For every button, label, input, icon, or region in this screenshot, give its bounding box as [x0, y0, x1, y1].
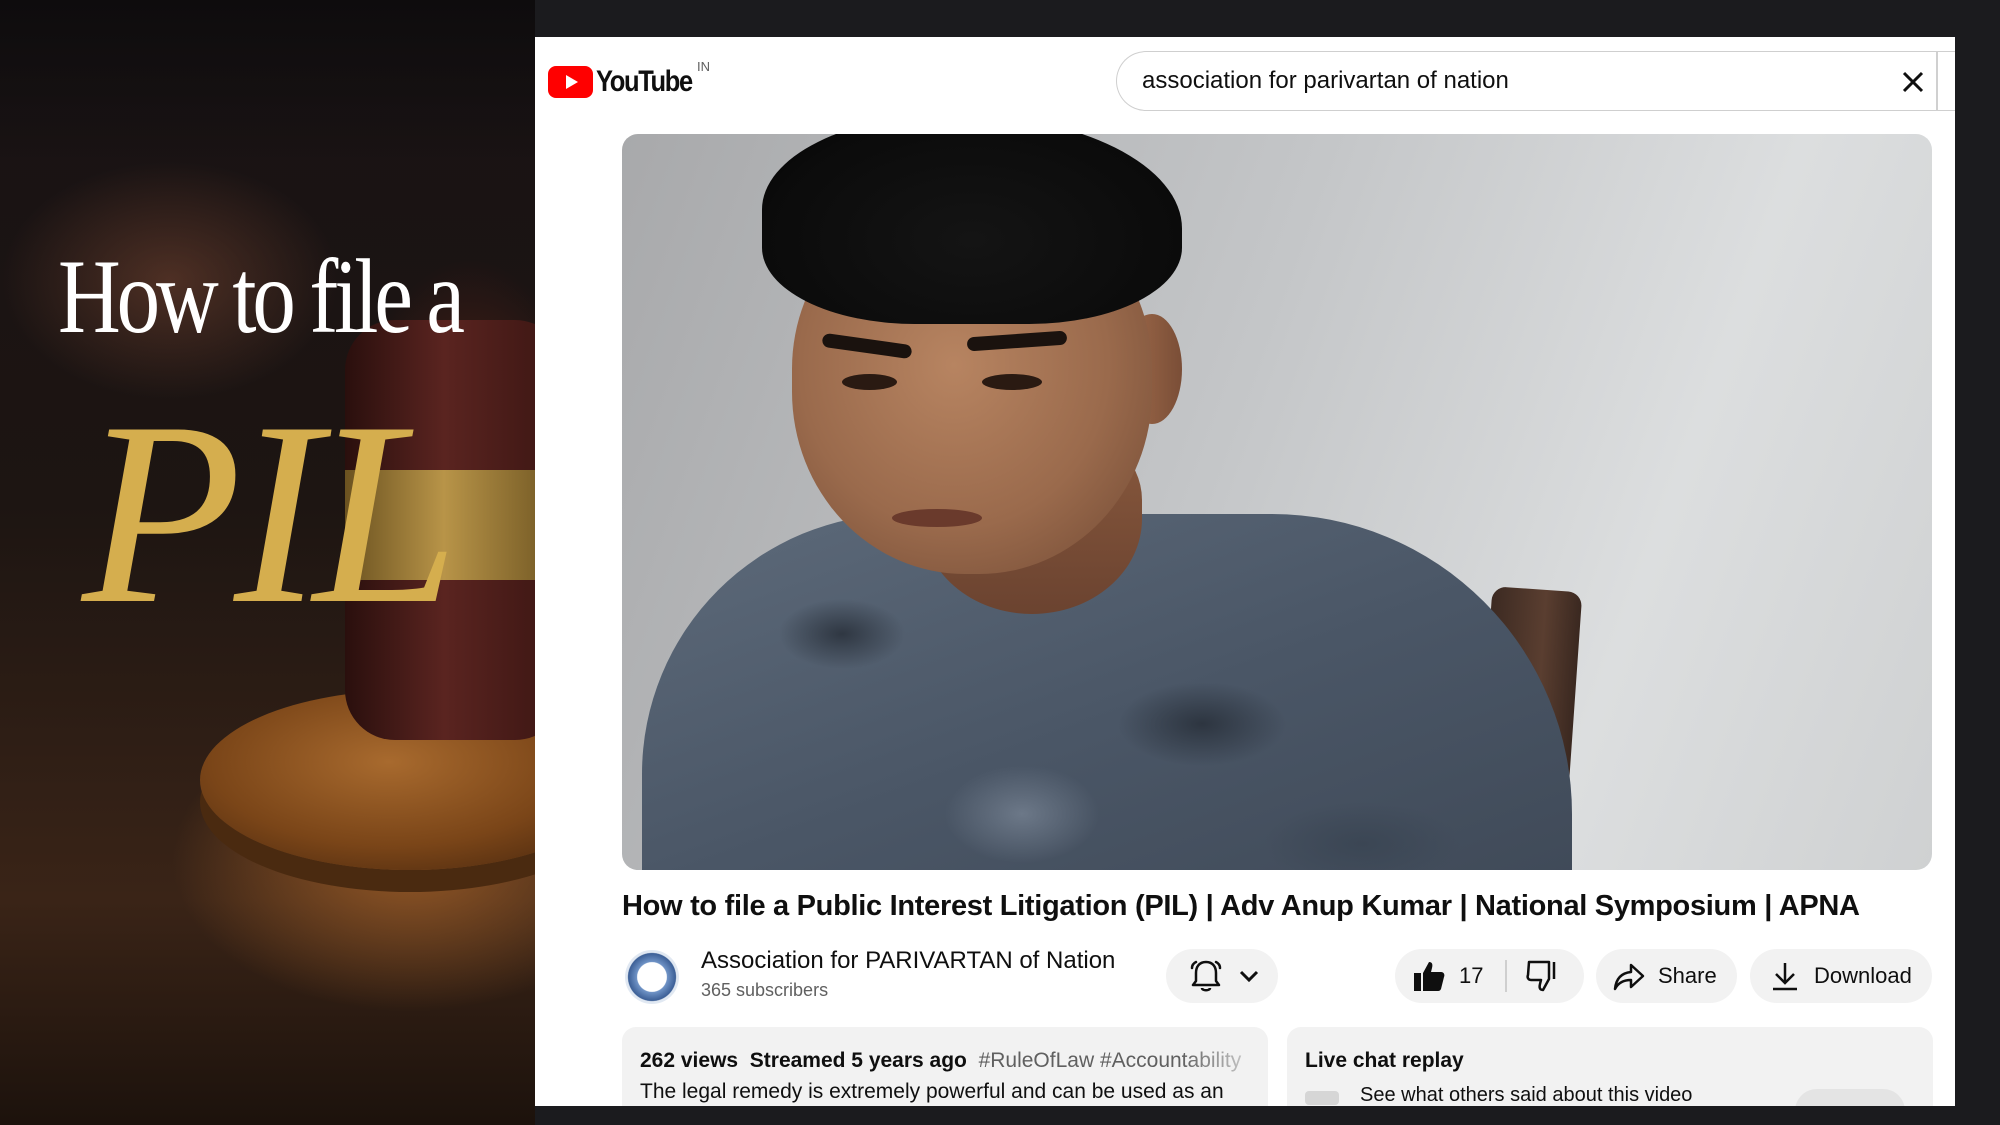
like-count: 17 [1459, 963, 1484, 988]
search-box[interactable] [1116, 51, 1955, 111]
download-button[interactable]: Download [1750, 949, 1932, 1003]
youtube-window: YouTube IN How to file a Public Interest… [535, 37, 1955, 1106]
search-divider [1936, 51, 1938, 111]
notification-button[interactable] [1166, 949, 1278, 1003]
bell-icon [1190, 960, 1222, 992]
live-chat-title: Live chat replay [1305, 1049, 1464, 1072]
video-player[interactable] [622, 134, 1932, 870]
channel-name[interactable]: Association for PARIVARTAN of Nation [701, 947, 1115, 975]
background-strip-top [535, 0, 2000, 37]
youtube-logo[interactable]: YouTube [548, 65, 709, 99]
promo-heading: How to file a [58, 238, 465, 355]
chat-icon [1305, 1091, 1339, 1105]
promo-panel: How to file a PIL [0, 0, 535, 1125]
youtube-logo-text: YouTube [596, 65, 693, 98]
live-chat-panel: Live chat replay See what others said ab… [1287, 1027, 1933, 1106]
view-count: 262 views [640, 1049, 739, 1072]
description-fade [1182, 1041, 1268, 1081]
youtube-logo-icon [548, 66, 593, 98]
video-title: How to file a Public Interest Litigation… [622, 890, 1860, 922]
subscriber-count: 365 subscribers [701, 980, 829, 1000]
description-text: The legal remedy is extremely powerful a… [640, 1080, 1224, 1103]
chevron-down-icon [1239, 970, 1259, 983]
show-chat-button[interactable] [1795, 1089, 1905, 1106]
video-frame-eye [842, 374, 897, 390]
download-label: Download [1814, 963, 1912, 988]
live-chat-subtitle: See what others said about this video [1360, 1084, 1693, 1106]
share-icon [1613, 963, 1645, 991]
download-icon [1773, 963, 1797, 991]
like-dislike-group: 17 [1395, 949, 1584, 1003]
close-icon[interactable] [1896, 65, 1930, 99]
background-strip-bottom [535, 1106, 2000, 1125]
promo-highlight: PIL [82, 368, 459, 658]
promo-shadow [0, 0, 535, 160]
channel-avatar[interactable] [625, 950, 679, 1004]
share-button[interactable]: Share [1596, 949, 1737, 1003]
stream-date: Streamed 5 years ago [749, 1049, 967, 1072]
description-meta: 262 views Streamed 5 years ago #RuleOfLa… [640, 1049, 1241, 1073]
search-input[interactable] [1142, 65, 1862, 97]
video-frame-eye [982, 374, 1042, 390]
masthead: YouTube IN [535, 37, 1955, 117]
video-frame-hair [762, 134, 1182, 324]
description-box[interactable]: 262 views Streamed 5 years ago #RuleOfLa… [622, 1027, 1268, 1106]
share-label: Share [1658, 963, 1717, 988]
thumbs-down-icon[interactable] [1525, 958, 1561, 994]
video-frame-mouth [892, 509, 982, 527]
like-separator [1505, 960, 1507, 992]
thumbs-up-icon[interactable] [1411, 958, 1447, 994]
background-strip-right [1955, 0, 2000, 1125]
country-code: IN [697, 59, 710, 74]
